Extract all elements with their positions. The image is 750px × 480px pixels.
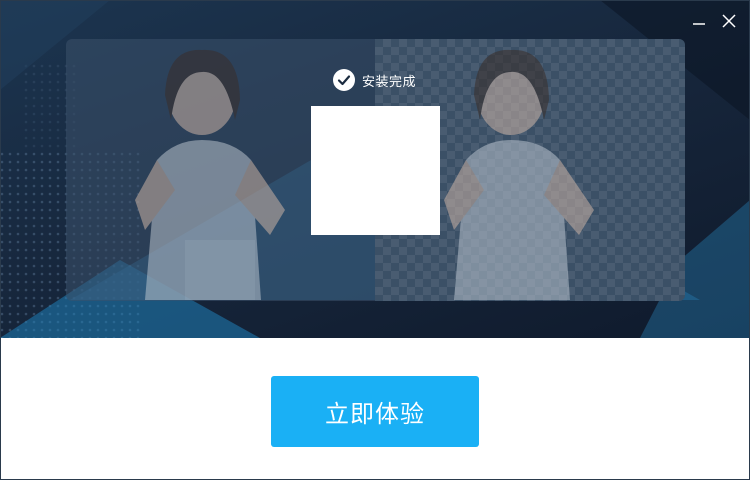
person-photo-original [135, 49, 285, 300]
try-now-button[interactable]: 立即体验 [271, 376, 479, 447]
status-text: 安装完成 [362, 74, 417, 90]
footer: 立即体验 [0, 338, 750, 480]
minimize-icon [693, 23, 705, 25]
close-button[interactable] [718, 10, 740, 32]
minimize-button[interactable] [688, 10, 710, 32]
check-circle-icon [333, 69, 355, 91]
installer-window: 安装完成 立即体验 [0, 0, 750, 480]
qr-code-placeholder [311, 106, 440, 235]
close-icon [722, 14, 736, 28]
install-status: 安装完成 [333, 68, 416, 92]
banner: 安装完成 [0, 0, 750, 338]
